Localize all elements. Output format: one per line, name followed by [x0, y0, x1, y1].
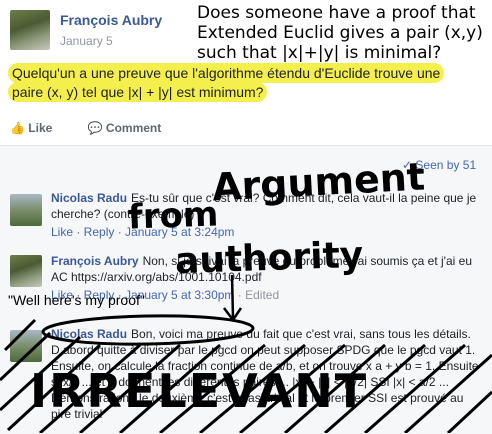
comment-text: Bon, voici ma preuve du fait que c'est v…	[51, 327, 479, 421]
comment-author[interactable]: Nicolas Radu	[51, 327, 127, 341]
comment-meta[interactable]: Like · Reply · January 5 at 3:24pm	[51, 224, 481, 240]
comment-meta-links[interactable]: Like · Reply · January 5 at 3:30pm	[51, 288, 234, 302]
comment-author[interactable]: Nicolas Radu	[51, 191, 127, 205]
seen-by-label: Seen by 51	[415, 158, 477, 172]
comment-label: Comment	[105, 121, 162, 135]
avatar[interactable]	[10, 194, 42, 226]
seen-by-count[interactable]: ✓ Seen by 51	[402, 158, 476, 172]
post: François Aubry January 5 Quelqu'un a une…	[0, 0, 492, 145]
comment-body: Nicolas Radu Bon, voici ma preuve du fait…	[51, 326, 481, 430]
post-text: Quelqu'un a une preuve que l'algorithme …	[8, 63, 463, 102]
edited-label: · Edited	[237, 288, 280, 302]
author-avatar[interactable]	[10, 10, 50, 50]
comment-button[interactable]: 💬 Comment	[88, 121, 178, 135]
post-text-highlighted: Quelqu'un a une preuve que l'algorithme …	[8, 63, 445, 102]
post-author[interactable]: François Aubry	[60, 12, 162, 28]
post-actions: 👍 Like 💬 Comment	[10, 121, 193, 135]
avatar[interactable]	[10, 330, 42, 362]
comment-body: Nicolas Radu Es-tu sûr que c'est vrai? Co…	[51, 190, 481, 240]
like-label: Like	[28, 121, 53, 135]
check-icon: ✓	[402, 158, 413, 172]
post-date[interactable]: January 5	[60, 34, 113, 48]
avatar[interactable]	[10, 255, 42, 287]
like-button[interactable]: 👍 Like	[10, 121, 68, 135]
comment-body: François Aubry Non, si je suivai la preuv…	[51, 253, 481, 303]
comment-author[interactable]: François Aubry	[51, 254, 139, 268]
comment-meta[interactable]: Like · Reply · January 5 at 3:30pm · Edi…	[51, 287, 481, 303]
